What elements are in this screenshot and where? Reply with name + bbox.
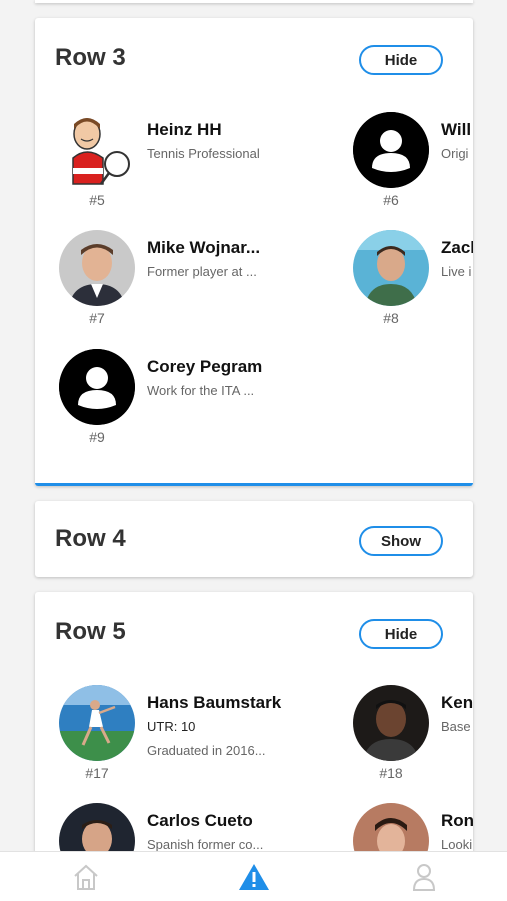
player-name: Corey Pegram — [147, 357, 263, 376]
photo-avatar — [353, 685, 429, 761]
player-card[interactable]: #9 Corey Pegram Work for the ITA ... — [35, 349, 265, 461]
player-card[interactable]: #8 Zacl Live i — [329, 230, 473, 342]
player-description: Work for the ITA ... — [147, 383, 255, 398]
row-title: Row 3 — [55, 44, 126, 71]
player-description: Spanish former co... — [147, 837, 264, 852]
player-card[interactable]: #7 Mike Wojnar... Former player at ... — [35, 230, 265, 342]
player-description: Origi — [441, 146, 469, 161]
player-name: Zacl — [441, 238, 473, 257]
player-rank: #5 — [89, 192, 105, 208]
player-description: Former player at ... — [147, 264, 257, 279]
bottom-nav — [0, 851, 507, 901]
row-card-5: Row 5 Hide #17 Hans Baumstark UTR: 10 Gr… — [35, 592, 473, 892]
player-rank: #7 — [89, 310, 105, 326]
previous-card-edge — [35, 0, 473, 3]
player-description: Graduated in 2016... — [147, 743, 266, 758]
nav-home[interactable] — [66, 860, 106, 894]
row-title: Row 4 — [55, 525, 126, 552]
player-card[interactable]: #5 Heinz HH Tennis Professional — [35, 112, 265, 224]
player-description: Base — [441, 719, 471, 734]
player-card[interactable]: #6 Will Origi — [329, 112, 473, 224]
player-rank: #17 — [85, 765, 109, 781]
player-card[interactable]: #17 Hans Baumstark UTR: 10 Graduated in … — [35, 685, 281, 797]
alert-icon — [239, 864, 269, 890]
player-rank: #8 — [383, 310, 399, 326]
player-rank: #18 — [379, 765, 403, 781]
cartoon-avatar — [59, 112, 135, 188]
player-description: Tennis Professional — [147, 146, 260, 161]
nav-alerts[interactable] — [234, 860, 274, 894]
player-rank: #6 — [383, 192, 399, 208]
row-card-3: Row 3 Hide #5 Heinz HH Tennis Profession… — [35, 18, 473, 486]
default-avatar-icon — [59, 349, 135, 425]
row-card-4: Row 4 Show — [35, 501, 473, 577]
player-name: Ron — [441, 811, 473, 830]
hide-button[interactable]: Hide — [359, 619, 443, 649]
player-card[interactable]: #18 Ken Base — [329, 685, 473, 797]
photo-avatar — [59, 685, 135, 761]
nav-profile[interactable] — [404, 860, 444, 894]
player-name: Mike Wojnar... — [147, 238, 261, 257]
player-rank: #9 — [89, 429, 105, 445]
photo-avatar — [59, 230, 135, 306]
player-name: Carlos Cueto — [147, 811, 253, 830]
player-description: Looki — [441, 837, 473, 852]
player-name: Hans Baumstark — [147, 693, 282, 712]
player-utr: UTR: 10 — [147, 719, 196, 734]
home-icon — [74, 864, 98, 890]
default-avatar-icon — [353, 112, 429, 188]
photo-avatar — [353, 230, 429, 306]
player-name: Heinz HH — [147, 120, 222, 139]
row-progress-bar — [35, 483, 473, 486]
row-title: Row 5 — [55, 618, 126, 645]
player-description: Live i — [441, 264, 472, 279]
hide-button[interactable]: Hide — [359, 45, 443, 75]
profile-icon — [412, 864, 436, 891]
player-name: Ken — [441, 693, 473, 712]
player-name: Will — [441, 120, 472, 139]
show-button[interactable]: Show — [359, 526, 443, 556]
